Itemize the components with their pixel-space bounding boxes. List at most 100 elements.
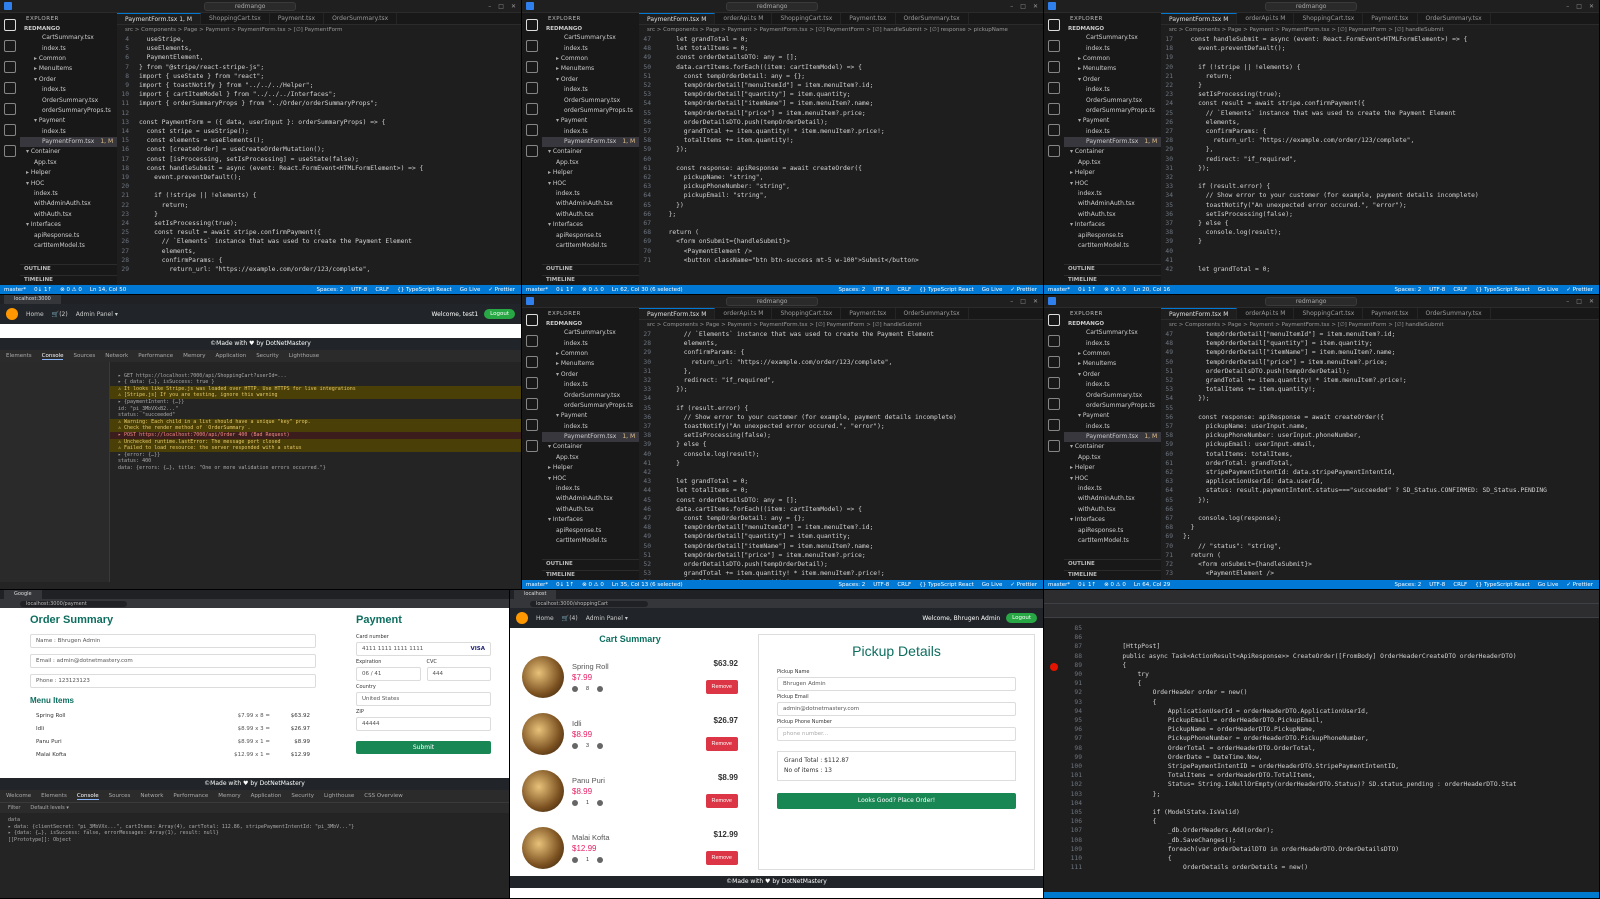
explorer-icon[interactable] (1048, 19, 1060, 31)
code-line[interactable]: 50 tempOrderDetail["itemName"] = item.me… (639, 542, 1043, 551)
code-line[interactable]: 51 orderDetailsDTO.push(tempOrderDetail)… (1161, 367, 1599, 376)
code-line[interactable]: 102 Status= String.IsNullOrEmpty(orderHe… (1044, 780, 1599, 789)
code-line[interactable]: 33 if (result.error) { (1161, 182, 1599, 191)
status-item[interactable]: UTF-8 (873, 287, 889, 293)
code-line[interactable]: 42 let grandTotal = 0; (1161, 265, 1599, 274)
settings-icon[interactable] (4, 145, 16, 157)
code-line[interactable]: 106 { (1044, 817, 1599, 826)
run-debug-icon[interactable] (1048, 377, 1060, 389)
code-line[interactable]: 58 pickupPhoneNumber: userInput.phoneNum… (1161, 431, 1599, 440)
status-item[interactable]: ✓ Prettier (1566, 582, 1593, 588)
devtools-tab[interactable]: Performance (138, 353, 173, 359)
devtools-tab[interactable]: Network (105, 353, 128, 359)
expiry-input[interactable]: 06 / 41 (356, 667, 421, 681)
code-line[interactable]: 54 tempOrderDetail["itemName"] = item.me… (639, 99, 1043, 108)
code-line[interactable]: 59 pickupEmail: userInput.email, (1161, 440, 1599, 449)
code-line[interactable]: 14 const stripe = useStripe(); (117, 127, 521, 136)
code-line[interactable]: 57 grandTotal += item.quantity! * item.m… (639, 127, 1043, 136)
cursor-position[interactable]: Ln 64, Col 29 (1134, 582, 1170, 588)
code-line[interactable]: 24 setIsProcessing(true); (117, 219, 521, 228)
code-line[interactable]: 10 import { cartItemModel } from "../../.… (117, 90, 521, 99)
tree-item[interactable]: cartItemModel.ts (542, 536, 639, 546)
code-line[interactable]: 52 grandTotal += item.quantity! * item.m… (1161, 376, 1599, 385)
close-icon[interactable]: ✕ (511, 3, 516, 10)
code-line[interactable]: 27 elements, (117, 247, 521, 256)
code-line[interactable]: 63 pickupPhoneNumber: "string", (639, 182, 1043, 191)
code-line[interactable]: 56 const response: apiResponse = await c… (1161, 413, 1599, 422)
explorer-icon[interactable] (526, 314, 538, 326)
tree-item[interactable]: index.ts (20, 127, 117, 137)
editor-tab[interactable]: OrderSummary.tsx (1418, 13, 1491, 24)
minus-icon[interactable] (572, 742, 578, 749)
run-debug-icon[interactable] (526, 82, 538, 94)
code-line[interactable]: 63 applicationUserId: data.userId, (1161, 477, 1599, 486)
status-item[interactable]: ⊗ 0 ⚠ 0 (60, 287, 82, 293)
code-line[interactable]: 19 event.preventDefault(); (117, 173, 521, 182)
code-line[interactable]: 52 tempOrderDetail["menuItemId"] = item.… (639, 81, 1043, 90)
minus-icon[interactable] (572, 856, 578, 863)
code-line[interactable]: 28 confirmParams: { (117, 256, 521, 265)
address-bar[interactable]: localhost:3000/shoppingCart (510, 599, 1043, 608)
tree-item[interactable]: withAuth.tsx (20, 210, 117, 220)
extensions-icon[interactable] (4, 103, 16, 115)
editor-tab[interactable]: Payment.tsx (270, 13, 325, 24)
tree-item[interactable]: PaymentForm.tsx 1, M (542, 431, 639, 443)
tree-item[interactable]: MenuItems (1064, 359, 1161, 369)
code-line[interactable]: 73 <PaymentElement /> (1161, 569, 1599, 578)
tree-item[interactable]: Interfaces (1064, 515, 1161, 525)
timeline-section[interactable]: TIMELINE (1064, 570, 1161, 579)
tree-item[interactable]: index.ts (1064, 338, 1161, 348)
code-line[interactable]: 103 }; (1044, 790, 1599, 799)
code-line[interactable]: 30 redirect: "if_required", (1161, 155, 1599, 164)
minimize-icon[interactable]: – (488, 3, 491, 10)
code-line[interactable]: 47 const tempOrderDetail: any = {}; (639, 514, 1043, 523)
status-item[interactable]: master* (4, 287, 26, 293)
outline-section[interactable]: OUTLINE (542, 559, 639, 568)
address-bar[interactable]: localhost:3000/payment (0, 599, 509, 608)
editor-tab[interactable]: orderApi.ts M (715, 308, 773, 319)
tree-item[interactable]: withAuth.tsx (1064, 505, 1161, 515)
devtools-tab[interactable]: Sources (109, 793, 131, 799)
accounts-icon[interactable] (4, 124, 16, 136)
tree-item[interactable]: apiResponse.ts (1064, 230, 1161, 240)
code-line[interactable]: 19 (1161, 53, 1599, 62)
filter-input[interactable]: Filter (8, 805, 20, 811)
source-control-icon[interactable] (526, 356, 538, 368)
tree-item[interactable]: CartSummary.tsx (542, 33, 639, 43)
status-item[interactable]: 0↓ 1↑ (1078, 287, 1096, 293)
browser-tab[interactable]: Google (4, 590, 42, 599)
editor-tab[interactable]: OrderSummary.tsx (896, 308, 969, 319)
code-line[interactable]: 105 if (ModelState.IsValid) (1044, 808, 1599, 817)
code-line[interactable]: 53 totalItems += item.quantity!; (1161, 385, 1599, 394)
devtools-tab[interactable]: Lighthouse (324, 793, 354, 799)
status-item[interactable]: Go Live (982, 287, 1003, 293)
devtools-tab[interactable]: Elements (41, 793, 67, 799)
code-line[interactable]: 50 tempOrderDetail["price"] = item.menuI… (1161, 358, 1599, 367)
devtools-tab[interactable]: Elements (6, 353, 32, 359)
devtools-tab[interactable]: Welcome (6, 793, 31, 799)
tree-item[interactable]: Helper (20, 168, 117, 178)
zip-input[interactable]: 44444 (356, 717, 491, 731)
tree-item[interactable]: index.ts (542, 422, 639, 432)
code-line[interactable]: 8 import { useState } from "react"; (117, 72, 521, 81)
code-line[interactable]: 56 orderDetailsDTO.push(tempOrderDetail)… (639, 118, 1043, 127)
tree-item[interactable]: OrderSummary.tsx (1064, 95, 1161, 105)
code-line[interactable]: 31 }); (1161, 164, 1599, 173)
status-item[interactable]: CRLF (375, 287, 389, 293)
tree-item[interactable]: Common (1064, 349, 1161, 359)
code-line[interactable]: 38 setIsProcessing(false); (639, 431, 1043, 440)
tree-item[interactable]: OrderSummary.tsx (542, 390, 639, 400)
status-item[interactable]: CRLF (1453, 582, 1467, 588)
remove-button[interactable]: Remove (705, 737, 738, 751)
code-line[interactable]: 67 console.log(response); (1161, 514, 1599, 523)
tree-item[interactable]: MenuItems (542, 64, 639, 74)
editor-tab[interactable]: PaymentForm.tsx M (1161, 13, 1238, 24)
tree-item[interactable]: Interfaces (542, 515, 639, 525)
tree-item[interactable]: index.ts (20, 43, 117, 53)
cursor-position[interactable]: Ln 62, Col 30 (6 selected) (612, 287, 683, 293)
status-item[interactable]: ⊗ 0 ⚠ 0 (1104, 287, 1126, 293)
pickup-email-input[interactable]: admin@dotnetmastery.com (777, 702, 1016, 716)
timeline-section[interactable]: TIMELINE (542, 275, 639, 284)
status-item[interactable]: ⊗ 0 ⚠ 0 (582, 287, 604, 293)
timeline-section[interactable]: TIMELINE (1064, 275, 1161, 284)
